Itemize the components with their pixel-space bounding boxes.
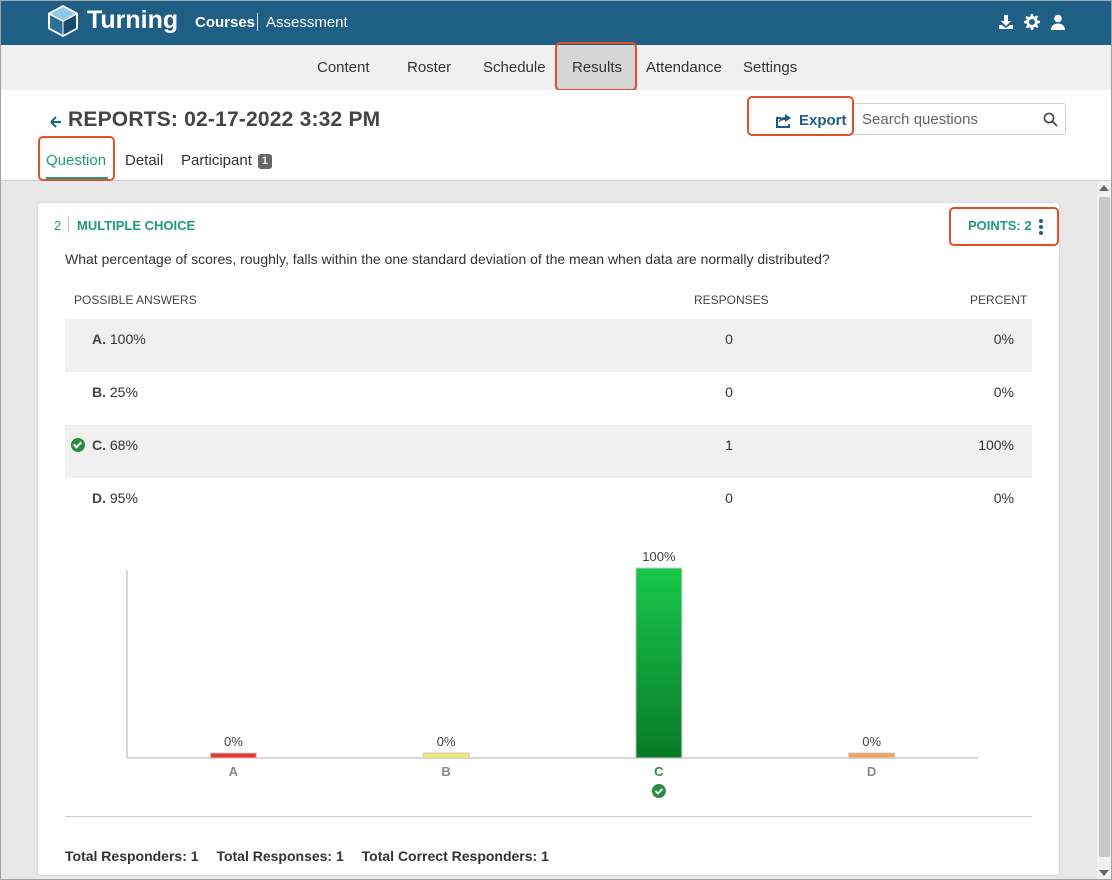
breadcrumb-assessment[interactable]: Assessment xyxy=(266,14,348,31)
nav-roster[interactable]: Roster xyxy=(407,45,451,90)
total-correct-responders: Total Correct Responders: 1 xyxy=(361,848,549,864)
totals-summary: Total Responders: 1 Total Responses: 1 T… xyxy=(65,848,563,864)
header-possible-answers: POSSIBLE ANSWERS xyxy=(74,293,197,307)
bar-value-label: 0% xyxy=(437,734,456,749)
back-arrow-icon[interactable] xyxy=(50,115,64,129)
answer-value: 25% xyxy=(109,384,138,400)
scroll-thumb[interactable] xyxy=(1099,197,1110,857)
answer-text: A. 100% xyxy=(92,331,146,347)
answer-percent: 0% xyxy=(993,490,1014,506)
answer-row-c: C. 68% 1 100% xyxy=(65,425,1032,478)
results-bar-chart: 0% A 0% B 100% C 0% D xyxy=(126,549,978,798)
total-responses: Total Responses: 1 xyxy=(216,848,344,864)
bar-b xyxy=(422,752,470,759)
search-icon[interactable] xyxy=(1043,112,1058,127)
bar-value-label: 0% xyxy=(224,734,243,749)
answer-percent: 100% xyxy=(978,437,1014,453)
question-number: 2 xyxy=(54,218,62,233)
gear-icon[interactable] xyxy=(1024,14,1040,30)
bar-value-label: 0% xyxy=(862,734,881,749)
tab-participant-label: Participant xyxy=(181,152,252,169)
question-text: What percentage of scores, roughly, fall… xyxy=(65,251,830,267)
vertical-scrollbar[interactable] xyxy=(1097,181,1112,880)
category-label: B xyxy=(441,764,450,779)
nav-schedule[interactable]: Schedule xyxy=(483,45,546,90)
question-type: MULTIPLE CHOICE xyxy=(77,218,196,233)
turning-logo-icon xyxy=(48,5,78,37)
answer-value: 95% xyxy=(109,490,138,506)
total-responders: Total Responders: 1 xyxy=(65,848,199,864)
answer-letter: D. xyxy=(92,490,106,506)
search-box xyxy=(852,103,1066,135)
answer-value: 100% xyxy=(109,331,146,347)
page-title: REPORTS: 02-17-2022 3:32 PM xyxy=(68,108,381,131)
nav-content[interactable]: Content xyxy=(317,45,370,90)
tab-participant[interactable]: Participant 1 xyxy=(181,152,272,169)
answer-letter: C. xyxy=(92,437,106,453)
header-percent: PERCENT xyxy=(970,293,1028,307)
bar-a xyxy=(209,752,257,759)
nav-settings[interactable]: Settings xyxy=(743,45,797,90)
answer-row-a: A. 100% 0 0% xyxy=(65,319,1032,372)
brand-name[interactable]: Turning xyxy=(87,6,178,35)
category-label: A xyxy=(229,764,239,779)
answer-text: C. 68% xyxy=(92,437,138,453)
participant-count-badge: 1 xyxy=(257,154,272,169)
answer-responses: 0 xyxy=(725,490,733,506)
download-icon[interactable] xyxy=(998,14,1014,30)
scroll-down-icon[interactable] xyxy=(1099,870,1109,876)
totals-divider xyxy=(65,816,1032,817)
answer-row-b: B. 25% 0 0% xyxy=(65,372,1032,425)
scroll-up-icon[interactable] xyxy=(1099,185,1109,191)
tab-detail[interactable]: Detail xyxy=(125,152,163,169)
nav-attendance[interactable]: Attendance xyxy=(646,45,722,90)
answer-percent: 0% xyxy=(993,384,1014,400)
search-input[interactable] xyxy=(862,111,1032,128)
bar-c xyxy=(635,567,683,759)
header-responses: RESPONSES xyxy=(694,293,769,307)
export-highlight xyxy=(747,96,854,136)
answer-row-d: D. 95% 0 0% xyxy=(65,478,1032,531)
answer-letter: B. xyxy=(92,384,106,400)
answer-percent: 0% xyxy=(993,331,1014,347)
answer-responses: 0 xyxy=(725,384,733,400)
answer-text: B. 25% xyxy=(92,384,138,400)
question-card: 2 MULTIPLE CHOICE POINTS: 2 What percent… xyxy=(38,203,1059,875)
answer-responses: 1 xyxy=(725,437,733,453)
category-label: C xyxy=(654,764,664,779)
answer-responses: 0 xyxy=(725,331,733,347)
bar-value-label: 100% xyxy=(642,549,676,564)
correct-check-icon xyxy=(651,784,666,798)
breadcrumb-courses[interactable]: Courses xyxy=(195,14,255,31)
answer-letter: A. xyxy=(92,331,106,347)
bar-d xyxy=(848,752,896,759)
report-header: REPORTS: 02-17-2022 3:32 PM Export Quest… xyxy=(0,90,1112,181)
answer-text: D. 95% xyxy=(92,490,138,506)
top-bar: Turning Courses Assessment xyxy=(0,0,1112,45)
breadcrumb-divider xyxy=(257,13,258,31)
results-highlight xyxy=(555,42,637,91)
points-highlight xyxy=(949,207,1059,246)
question-tab-highlight xyxy=(38,136,115,181)
answer-value: 68% xyxy=(109,437,138,453)
user-icon[interactable] xyxy=(1050,14,1066,30)
correct-check-icon xyxy=(71,438,85,452)
question-number-divider xyxy=(68,217,69,232)
category-label: D xyxy=(867,764,876,779)
